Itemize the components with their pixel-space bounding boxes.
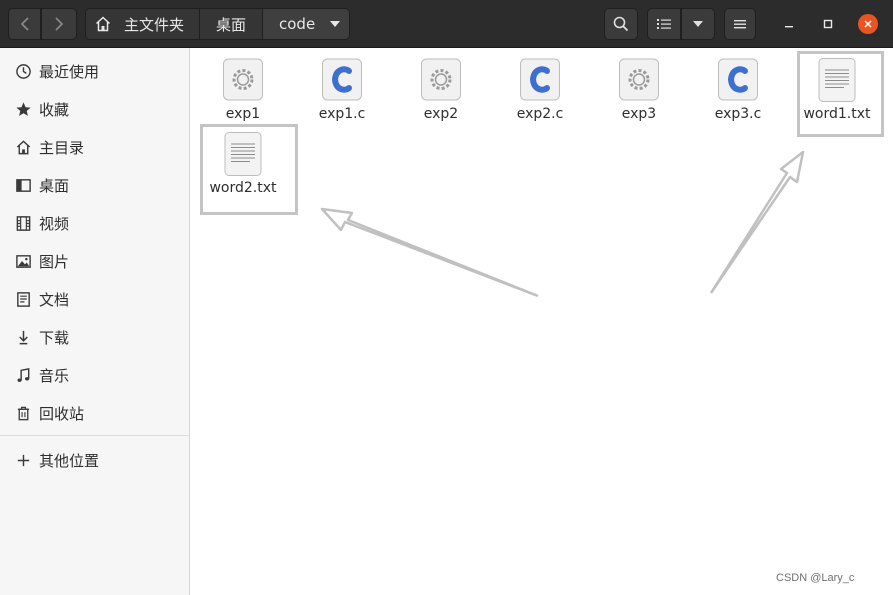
- breadcrumb-label: 主文件夹: [124, 15, 185, 34]
- breadcrumb-desktop[interactable]: 桌面: [200, 9, 263, 39]
- file-item-exp2-c[interactable]: exp2.c: [491, 51, 589, 123]
- sidebar-item-label: 回收站: [39, 404, 85, 423]
- caret-down-icon: [693, 21, 703, 27]
- menu-button[interactable]: [724, 8, 756, 40]
- clock-icon: [14, 62, 32, 80]
- film-icon: [14, 214, 32, 232]
- file-name: exp2: [423, 106, 459, 122]
- sidebar-item-documents[interactable]: 文档: [0, 280, 189, 318]
- document-icon: [14, 290, 32, 308]
- close-icon: [864, 20, 872, 28]
- list-view-icon: [657, 19, 671, 29]
- sidebar-item-downloads[interactable]: 下载: [0, 318, 189, 356]
- sidebar-item-label: 最近使用: [39, 62, 100, 81]
- executable-icon: [421, 58, 461, 101]
- sidebar-item-label: 收藏: [39, 100, 70, 119]
- sidebar-item-desktop[interactable]: 桌面: [0, 166, 189, 204]
- home-icon: [95, 16, 111, 32]
- file-name: exp3.c: [714, 106, 762, 122]
- search-icon: [613, 16, 629, 32]
- sidebar-item-music[interactable]: 音乐: [0, 356, 189, 394]
- sidebar-item-label: 音乐: [39, 366, 70, 385]
- c-source-icon: [520, 58, 560, 101]
- sidebar-item-label: 下载: [39, 328, 70, 347]
- sidebar-item-starred[interactable]: 收藏: [0, 90, 189, 128]
- view-options-button[interactable]: [681, 8, 715, 40]
- minimize-button[interactable]: [779, 14, 799, 34]
- file-item-exp1[interactable]: exp1: [194, 51, 292, 123]
- chevron-left-icon: [20, 17, 29, 31]
- picture-icon: [14, 252, 32, 270]
- music-icon: [14, 366, 32, 384]
- breadcrumb: 主文件夹 桌面 code: [85, 8, 350, 40]
- download-icon: [14, 328, 32, 346]
- file-name: exp1: [225, 106, 261, 122]
- list-view-button[interactable]: [647, 8, 681, 40]
- sidebar-item-home[interactable]: 主目录: [0, 128, 189, 166]
- sidebar-item-label: 视频: [39, 214, 70, 233]
- file-name: exp3: [621, 106, 657, 122]
- sidebar-item-label: 其他位置: [39, 451, 100, 470]
- sidebar-item-label: 文档: [39, 290, 70, 309]
- file-item-exp3[interactable]: exp3: [590, 51, 688, 123]
- sidebar-item-label: 桌面: [39, 176, 70, 195]
- sidebar-item-other-locations[interactable]: 其他位置: [0, 441, 189, 479]
- file-item-exp2[interactable]: exp2: [392, 51, 490, 123]
- sidebar: 最近使用 收藏 主目录 桌面 视频 图片 文档 下载 音乐 回收站 其他位置: [0, 48, 190, 595]
- star-icon: [14, 100, 32, 118]
- breadcrumb-home[interactable]: 主文件夹: [86, 9, 200, 39]
- desktop-icon: [14, 176, 32, 194]
- chevron-right-icon: [55, 17, 64, 31]
- c-source-icon: [718, 58, 758, 101]
- highlight-box: [200, 124, 298, 215]
- trash-icon: [14, 404, 32, 422]
- file-item-exp3-c[interactable]: exp3.c: [689, 51, 787, 123]
- highlight-box: [797, 51, 884, 137]
- maximize-button[interactable]: [818, 14, 838, 34]
- file-item-exp1-c[interactable]: exp1.c: [293, 51, 391, 123]
- sidebar-item-pictures[interactable]: 图片: [0, 242, 189, 280]
- caret-down-icon: [330, 21, 341, 27]
- breadcrumb-code[interactable]: code: [263, 9, 349, 39]
- watermark: CSDN @Lary_c: [776, 572, 855, 584]
- plus-icon: [14, 451, 32, 469]
- minimize-icon: [785, 26, 793, 28]
- sidebar-item-videos[interactable]: 视频: [0, 204, 189, 242]
- hamburger-icon: [734, 20, 746, 29]
- breadcrumb-label: code: [279, 15, 316, 33]
- sidebar-item-trash[interactable]: 回收站: [0, 394, 189, 432]
- file-name: exp2.c: [516, 106, 564, 122]
- home-icon: [14, 138, 32, 156]
- forward-button[interactable]: [41, 8, 77, 40]
- executable-icon: [223, 58, 263, 101]
- back-button[interactable]: [8, 8, 41, 40]
- close-button[interactable]: [858, 14, 878, 34]
- header-bar: 主文件夹 桌面 code: [0, 0, 893, 48]
- sidebar-item-label: 主目录: [39, 138, 85, 157]
- file-name: exp1.c: [318, 106, 366, 122]
- executable-icon: [619, 58, 659, 101]
- sidebar-item-label: 图片: [39, 252, 70, 271]
- sidebar-separator: [0, 435, 189, 436]
- breadcrumb-label: 桌面: [215, 15, 246, 34]
- sidebar-item-recent[interactable]: 最近使用: [0, 52, 189, 90]
- maximize-icon: [823, 19, 833, 29]
- search-button[interactable]: [604, 8, 638, 40]
- c-source-icon: [322, 58, 362, 101]
